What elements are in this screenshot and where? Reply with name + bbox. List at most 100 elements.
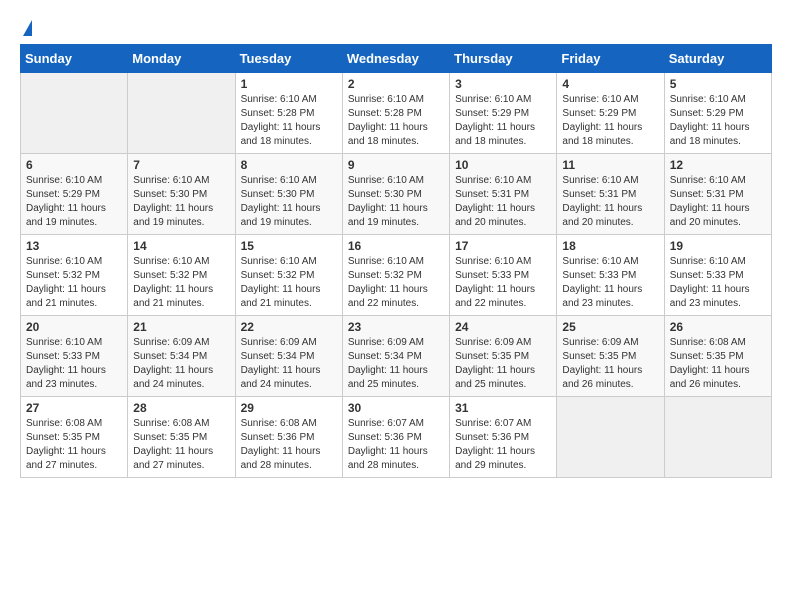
calendar-cell — [128, 73, 235, 154]
day-info: Sunrise: 6:10 AM Sunset: 5:33 PM Dayligh… — [670, 255, 766, 311]
calendar-cell: 20 Sunrise: 6:10 AM Sunset: 5:33 PM Dayli… — [21, 316, 128, 397]
calendar-cell: 19 Sunrise: 6:10 AM Sunset: 5:33 PM Dayli… — [664, 235, 771, 316]
calendar-cell — [664, 397, 771, 478]
calendar-table: SundayMondayTuesdayWednesdayThursdayFrid… — [20, 44, 772, 478]
day-number: 24 — [455, 320, 551, 334]
calendar-cell: 7Sunrise: 6:10 AM Sunset: 5:30 PM Daylig… — [128, 154, 235, 235]
calendar-cell: 31 Sunrise: 6:07 AM Sunset: 5:36 PM Dayli… — [450, 397, 557, 478]
calendar-cell: 17 Sunrise: 6:10 AM Sunset: 5:33 PM Dayli… — [450, 235, 557, 316]
day-info: Sunrise: 6:10 AM Sunset: 5:33 PM Dayligh… — [455, 255, 551, 311]
weekday-header-sunday: Sunday — [21, 45, 128, 73]
day-number: 30 — [348, 401, 444, 415]
day-info: Sunrise: 6:10 AM Sunset: 5:29 PM Dayligh… — [26, 174, 122, 230]
calendar-cell: 6 Sunrise: 6:10 AM Sunset: 5:29 PM Daylig… — [21, 154, 128, 235]
calendar-cell: 24 Sunrise: 6:09 AM Sunset: 5:35 PM Dayli… — [450, 316, 557, 397]
day-info: Sunrise: 6:10 AM Sunset: 5:29 PM Dayligh… — [670, 93, 766, 149]
day-info: Sunrise: 6:10 AM Sunset: 5:33 PM Dayligh… — [562, 255, 658, 311]
calendar-cell: 2Sunrise: 6:10 AM Sunset: 5:28 PM Daylig… — [342, 73, 449, 154]
weekday-header-wednesday: Wednesday — [342, 45, 449, 73]
day-number: 3 — [455, 77, 551, 91]
day-number: 17 — [455, 239, 551, 253]
calendar-cell: 27 Sunrise: 6:08 AM Sunset: 5:35 PM Dayli… — [21, 397, 128, 478]
calendar-cell: 30Sunrise: 6:07 AM Sunset: 5:36 PM Dayli… — [342, 397, 449, 478]
calendar-week-5: 27 Sunrise: 6:08 AM Sunset: 5:35 PM Dayli… — [21, 397, 772, 478]
calendar-cell: 4Sunrise: 6:10 AM Sunset: 5:29 PM Daylig… — [557, 73, 664, 154]
day-info: Sunrise: 6:10 AM Sunset: 5:33 PM Dayligh… — [26, 336, 122, 392]
calendar-cell: 22Sunrise: 6:09 AM Sunset: 5:34 PM Dayli… — [235, 316, 342, 397]
calendar-cell: 28Sunrise: 6:08 AM Sunset: 5:35 PM Dayli… — [128, 397, 235, 478]
day-info: Sunrise: 6:10 AM Sunset: 5:31 PM Dayligh… — [670, 174, 766, 230]
day-info: Sunrise: 6:09 AM Sunset: 5:34 PM Dayligh… — [241, 336, 337, 392]
page-header — [20, 20, 772, 34]
day-number: 23 — [348, 320, 444, 334]
day-info: Sunrise: 6:09 AM Sunset: 5:35 PM Dayligh… — [562, 336, 658, 392]
calendar-week-3: 13 Sunrise: 6:10 AM Sunset: 5:32 PM Dayli… — [21, 235, 772, 316]
day-number: 14 — [133, 239, 229, 253]
calendar-cell: 21 Sunrise: 6:09 AM Sunset: 5:34 PM Dayli… — [128, 316, 235, 397]
day-number: 6 — [26, 158, 122, 172]
calendar-cell: 13 Sunrise: 6:10 AM Sunset: 5:32 PM Dayli… — [21, 235, 128, 316]
day-number: 12 — [670, 158, 766, 172]
weekday-header-row: SundayMondayTuesdayWednesdayThursdayFrid… — [21, 45, 772, 73]
calendar-cell: 8 Sunrise: 6:10 AM Sunset: 5:30 PM Daylig… — [235, 154, 342, 235]
day-number: 31 — [455, 401, 551, 415]
day-info: Sunrise: 6:08 AM Sunset: 5:35 PM Dayligh… — [670, 336, 766, 392]
calendar-cell: 18Sunrise: 6:10 AM Sunset: 5:33 PM Dayli… — [557, 235, 664, 316]
weekday-header-thursday: Thursday — [450, 45, 557, 73]
calendar-cell: 29Sunrise: 6:08 AM Sunset: 5:36 PM Dayli… — [235, 397, 342, 478]
weekday-header-monday: Monday — [128, 45, 235, 73]
calendar-cell: 10 Sunrise: 6:10 AM Sunset: 5:31 PM Dayli… — [450, 154, 557, 235]
logo — [20, 20, 32, 34]
calendar-cell: 14 Sunrise: 6:10 AM Sunset: 5:32 PM Dayli… — [128, 235, 235, 316]
day-number: 16 — [348, 239, 444, 253]
day-number: 1 — [241, 77, 337, 91]
weekday-header-friday: Friday — [557, 45, 664, 73]
day-number: 8 — [241, 158, 337, 172]
day-info: Sunrise: 6:08 AM Sunset: 5:35 PM Dayligh… — [26, 417, 122, 473]
calendar-cell: 26 Sunrise: 6:08 AM Sunset: 5:35 PM Dayli… — [664, 316, 771, 397]
day-info: Sunrise: 6:10 AM Sunset: 5:30 PM Dayligh… — [241, 174, 337, 230]
calendar-cell: 23 Sunrise: 6:09 AM Sunset: 5:34 PM Dayli… — [342, 316, 449, 397]
day-number: 28 — [133, 401, 229, 415]
calendar-cell: 11Sunrise: 6:10 AM Sunset: 5:31 PM Dayli… — [557, 154, 664, 235]
calendar-cell: 15 Sunrise: 6:10 AM Sunset: 5:32 PM Dayli… — [235, 235, 342, 316]
day-info: Sunrise: 6:10 AM Sunset: 5:29 PM Dayligh… — [455, 93, 551, 149]
day-info: Sunrise: 6:10 AM Sunset: 5:31 PM Dayligh… — [455, 174, 551, 230]
day-info: Sunrise: 6:09 AM Sunset: 5:34 PM Dayligh… — [348, 336, 444, 392]
day-number: 20 — [26, 320, 122, 334]
day-number: 29 — [241, 401, 337, 415]
day-info: Sunrise: 6:10 AM Sunset: 5:32 PM Dayligh… — [26, 255, 122, 311]
day-number: 15 — [241, 239, 337, 253]
day-info: Sunrise: 6:09 AM Sunset: 5:35 PM Dayligh… — [455, 336, 551, 392]
day-number: 7 — [133, 158, 229, 172]
day-number: 19 — [670, 239, 766, 253]
day-number: 4 — [562, 77, 658, 91]
day-number: 9 — [348, 158, 444, 172]
day-number: 11 — [562, 158, 658, 172]
calendar-week-4: 20 Sunrise: 6:10 AM Sunset: 5:33 PM Dayli… — [21, 316, 772, 397]
day-number: 25 — [562, 320, 658, 334]
weekday-header-tuesday: Tuesday — [235, 45, 342, 73]
day-info: Sunrise: 6:09 AM Sunset: 5:34 PM Dayligh… — [133, 336, 229, 392]
calendar-week-2: 6 Sunrise: 6:10 AM Sunset: 5:29 PM Daylig… — [21, 154, 772, 235]
day-number: 26 — [670, 320, 766, 334]
weekday-header-saturday: Saturday — [664, 45, 771, 73]
calendar-week-1: 1 Sunrise: 6:10 AM Sunset: 5:28 PM Daylig… — [21, 73, 772, 154]
day-info: Sunrise: 6:10 AM Sunset: 5:32 PM Dayligh… — [348, 255, 444, 311]
calendar-cell — [21, 73, 128, 154]
calendar-cell: 5 Sunrise: 6:10 AM Sunset: 5:29 PM Daylig… — [664, 73, 771, 154]
day-number: 21 — [133, 320, 229, 334]
day-number: 13 — [26, 239, 122, 253]
calendar-body: 1 Sunrise: 6:10 AM Sunset: 5:28 PM Daylig… — [21, 73, 772, 478]
day-info: Sunrise: 6:10 AM Sunset: 5:28 PM Dayligh… — [348, 93, 444, 149]
day-number: 27 — [26, 401, 122, 415]
day-info: Sunrise: 6:10 AM Sunset: 5:32 PM Dayligh… — [241, 255, 337, 311]
day-number: 10 — [455, 158, 551, 172]
calendar-cell: 16 Sunrise: 6:10 AM Sunset: 5:32 PM Dayli… — [342, 235, 449, 316]
calendar-cell: 3 Sunrise: 6:10 AM Sunset: 5:29 PM Daylig… — [450, 73, 557, 154]
day-number: 5 — [670, 77, 766, 91]
day-info: Sunrise: 6:10 AM Sunset: 5:30 PM Dayligh… — [348, 174, 444, 230]
day-info: Sunrise: 6:10 AM Sunset: 5:32 PM Dayligh… — [133, 255, 229, 311]
day-info: Sunrise: 6:07 AM Sunset: 5:36 PM Dayligh… — [455, 417, 551, 473]
calendar-cell — [557, 397, 664, 478]
